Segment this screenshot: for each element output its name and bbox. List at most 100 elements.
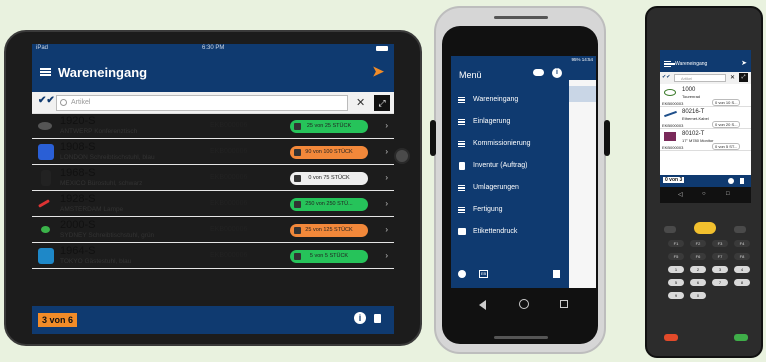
- key-5[interactable]: 5: [668, 279, 684, 286]
- chevron-right-icon: ›: [385, 199, 388, 208]
- phone-side-button[interactable]: [430, 120, 436, 156]
- expand-icon[interactable]: ⤢: [739, 73, 748, 82]
- menu-item-fertigung[interactable]: Fertigung: [451, 200, 569, 220]
- key-1[interactable]: 1: [668, 266, 684, 273]
- menu-item-inventur[interactable]: Inventur (Auftrag): [451, 156, 569, 176]
- scanner-title: Wareneingang: [675, 61, 708, 67]
- send-icon[interactable]: ➤: [372, 63, 384, 80]
- send-icon[interactable]: ➤: [741, 59, 747, 67]
- recents-icon[interactable]: □: [726, 191, 730, 197]
- home-icon[interactable]: ○: [702, 191, 706, 197]
- menu-item-einlagerung[interactable]: Einlagerung: [451, 112, 569, 132]
- trash-icon[interactable]: [374, 314, 381, 323]
- key-f1[interactable]: F1: [668, 240, 684, 247]
- flag-icon[interactable]: EB: [479, 270, 488, 278]
- menu-item-kommissionierung[interactable]: Kommissionierung: [451, 134, 569, 154]
- key-f2[interactable]: F2: [690, 240, 706, 247]
- key-0[interactable]: 0: [690, 292, 706, 299]
- key-f6[interactable]: F6: [690, 253, 706, 260]
- list-item[interactable]: 80216-T Ethernet-Kabel EKB000003 0 von 2…: [660, 108, 751, 129]
- list-item[interactable]: 1928-S AMSTERDAM Lampe EKB000006 250 von…: [32, 192, 394, 217]
- search-input[interactable]: Artikel: [56, 95, 348, 111]
- key-7[interactable]: 7: [712, 279, 728, 286]
- qty-badge: 0 von 10 S...: [712, 99, 741, 106]
- phone-speaker: [494, 16, 548, 19]
- list-item[interactable]: 1920-S ANTWERP Konferenztisch EKB000006 …: [32, 114, 394, 139]
- trash-icon[interactable]: [740, 178, 744, 184]
- green-key[interactable]: [734, 334, 748, 341]
- recents-icon[interactable]: [560, 300, 568, 308]
- cloud-icon[interactable]: [533, 69, 544, 76]
- qty-badge: 0 von 75 STÜCK: [290, 172, 368, 185]
- list-item[interactable]: 1968-S MEXICO Bürostuhl, schwarz EKB0000…: [32, 166, 394, 191]
- item-desc: LONDON Schreibtischstuhl, blau: [60, 154, 155, 161]
- key-2[interactable]: 2: [690, 266, 706, 273]
- list-item[interactable]: 80102-T 17" M780 Monitor EKB000003 0 von…: [660, 130, 751, 151]
- item-doc: EKB000006: [210, 252, 248, 259]
- table-icon: [38, 122, 52, 130]
- menu-item-etikettendruck[interactable]: Etikettendruck: [451, 222, 569, 242]
- chevron-right-icon: ›: [385, 147, 388, 156]
- check-all-icon[interactable]: ✔✔: [38, 95, 55, 106]
- qty-badge: 5 von 5 STÜCK: [290, 250, 368, 263]
- tablet-status-time: 6:30 PM: [202, 45, 225, 51]
- expand-icon[interactable]: ⤢: [374, 95, 390, 111]
- back-icon[interactable]: ◁: [678, 191, 683, 198]
- monitor-icon: [664, 132, 676, 141]
- clear-icon[interactable]: ✕: [356, 96, 365, 109]
- info-icon[interactable]: i: [354, 312, 366, 324]
- tablet-home-button[interactable]: [394, 148, 410, 164]
- qty-badge: 0 von 5 ST...: [712, 143, 741, 150]
- back-icon[interactable]: [479, 300, 486, 310]
- item-desc: SYDNEY Schreibtischstuhl, grün: [60, 232, 155, 239]
- count-badge: 0 von 3: [663, 177, 685, 183]
- info-icon[interactable]: [728, 178, 734, 184]
- list-item[interactable]: 1000 Tourenrad EKB000003 0 von 10 S...: [660, 86, 751, 107]
- item-code: 2000-S: [60, 219, 96, 231]
- left-key[interactable]: [664, 226, 676, 233]
- search-input[interactable]: Artikel: [674, 74, 726, 82]
- key-4[interactable]: 4: [734, 266, 750, 273]
- search-placeholder: Artikel: [71, 99, 91, 106]
- menu-icon[interactable]: [664, 61, 675, 67]
- red-key[interactable]: [664, 334, 678, 341]
- list-item[interactable]: 1908-S LONDON Schreibtischstuhl, blau EK…: [32, 140, 394, 165]
- page-title: Wareneingang: [58, 65, 148, 80]
- menu-item-wareneingang[interactable]: Wareneingang: [451, 90, 569, 110]
- right-key[interactable]: [734, 226, 746, 233]
- key-f5[interactable]: F5: [668, 253, 684, 260]
- qty-badge: 0 von 20 S...: [712, 121, 741, 128]
- key-9[interactable]: 9: [668, 292, 684, 299]
- key-f7[interactable]: F7: [712, 253, 728, 260]
- lamp-icon: [38, 199, 50, 208]
- clipboard-icon: [459, 162, 465, 170]
- phone-nav-bar: [451, 288, 596, 320]
- home-icon[interactable]: [519, 299, 529, 309]
- check-all-icon[interactable]: ✔✔: [662, 74, 670, 80]
- key-8[interactable]: 8: [734, 279, 750, 286]
- info-icon[interactable]: i: [552, 68, 562, 78]
- qty-badge: 25 von 125 STÜCK: [290, 224, 368, 237]
- list-item[interactable]: 2000-S SYDNEY Schreibtischstuhl, grün EK…: [32, 218, 394, 243]
- phone-side-button[interactable]: [604, 120, 610, 156]
- logout-icon[interactable]: [553, 270, 560, 278]
- menu-icon[interactable]: [40, 68, 51, 76]
- phone-status-text: 95% 14:54: [571, 57, 593, 62]
- menu-item-umlagerungen[interactable]: Umlagerungen: [451, 178, 569, 198]
- menu-icon: [458, 97, 465, 103]
- gear-icon[interactable]: [458, 270, 466, 278]
- article-list: 1920-S ANTWERP Konferenztisch EKB000006 …: [32, 114, 394, 306]
- menu-icon: [458, 119, 465, 125]
- key-f8[interactable]: F8: [734, 253, 750, 260]
- key-6[interactable]: 6: [690, 279, 706, 286]
- list-item[interactable]: 1964-S TOKYO Gästestuhl, blau EKB000006 …: [32, 244, 394, 269]
- key-f4[interactable]: F4: [734, 240, 750, 247]
- navigation-drawer: Menü i Wareneingang Einlagerung Kommissi…: [451, 64, 569, 288]
- key-3[interactable]: 3: [712, 266, 728, 273]
- tablet-status-bar: iPad 6:30 PM: [32, 44, 394, 54]
- key-f3[interactable]: F3: [712, 240, 728, 247]
- clear-icon[interactable]: ✕: [730, 74, 735, 81]
- tablet-status-left: iPad: [36, 45, 49, 51]
- scan-trigger-button[interactable]: [694, 222, 716, 234]
- menu-icon: [458, 207, 465, 213]
